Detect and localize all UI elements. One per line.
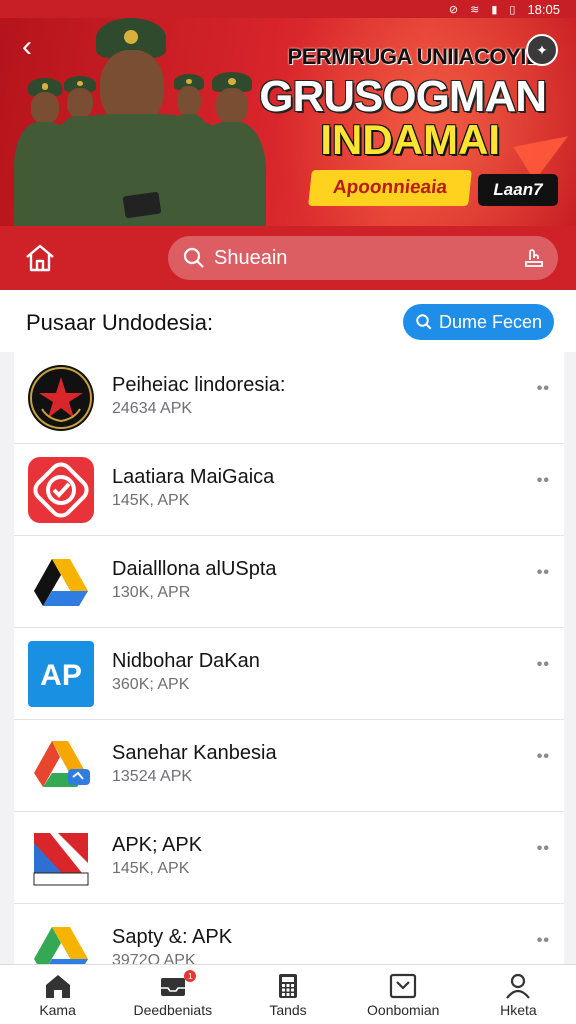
nav-item-inbox[interactable]: 1 Deedbeniats bbox=[115, 965, 230, 1024]
search-placeholder: Shueain bbox=[214, 246, 288, 269]
app-list: Peiheiac lindoresia: 24634 APK •• Laatia… bbox=[14, 352, 564, 966]
more-options-icon[interactable]: •• bbox=[537, 748, 550, 766]
signal-icon: ▮ bbox=[491, 3, 498, 16]
checkmark-shield-icon bbox=[28, 457, 94, 523]
more-options-icon[interactable]: •• bbox=[537, 564, 550, 582]
notification-badge: 1 bbox=[184, 970, 197, 982]
app-meta: 24634 APK bbox=[112, 400, 193, 417]
banner-title-line2: GRUSOGMAN bbox=[259, 72, 547, 121]
app-meta: 360K; APK bbox=[112, 676, 190, 693]
mute-icon: ⊘ bbox=[448, 3, 459, 16]
nav-label: Hketa bbox=[500, 1001, 537, 1018]
search-pill-button[interactable]: Dume Fecen bbox=[403, 304, 554, 340]
list-item[interactable]: AP Nidbohar DaKan 360K; APK •• bbox=[14, 628, 564, 720]
voice-search-icon[interactable] bbox=[522, 246, 546, 270]
search-input[interactable]: Shueain bbox=[168, 236, 558, 280]
nav-label: Oonbomian bbox=[367, 1001, 440, 1018]
drive-triangle-icon bbox=[28, 549, 94, 615]
list-item[interactable]: Sapty &: APK 3972Q APK •• bbox=[14, 904, 564, 966]
flag-card-icon bbox=[28, 825, 94, 891]
search-bar: Shueain bbox=[0, 226, 576, 290]
nav-item-profile[interactable]: Hketa bbox=[461, 965, 576, 1024]
star-emblem-icon bbox=[28, 365, 94, 431]
more-options-icon[interactable]: •• bbox=[537, 380, 550, 398]
nav-item-download[interactable]: Oonbomian bbox=[346, 965, 461, 1024]
home-icon bbox=[45, 974, 70, 998]
drive-triangle-icon bbox=[28, 733, 94, 799]
banner-title-line3: INDAMAI bbox=[320, 116, 500, 163]
ap-letters-icon: AP bbox=[28, 641, 94, 707]
calculator-icon bbox=[279, 973, 297, 998]
home-icon[interactable] bbox=[22, 240, 58, 276]
bottom-nav: Kama 1 Deedbeniats Tands Oonbomian Hketa bbox=[0, 964, 576, 1024]
search-icon bbox=[183, 247, 204, 268]
nav-label: Deedbeniats bbox=[133, 1001, 213, 1018]
search-icon bbox=[416, 314, 432, 330]
download-box-icon bbox=[390, 973, 417, 998]
app-meta: 130K, APR bbox=[112, 584, 191, 601]
list-item[interactable]: Peiheiac lindoresia: 24634 APK •• bbox=[14, 352, 564, 444]
app-name: Sapty &: APK bbox=[112, 926, 233, 948]
app-meta: 145K, APK bbox=[112, 860, 190, 877]
person-icon bbox=[506, 973, 531, 999]
wifi-icon: ≋ bbox=[470, 3, 480, 16]
drive-triangle-icon bbox=[28, 917, 94, 966]
banner-badge: Laan7 bbox=[478, 174, 558, 206]
nav-item-home[interactable]: Kama bbox=[0, 965, 115, 1024]
emblem-avatar-icon: ✦ bbox=[526, 34, 558, 66]
status-bar: ⊘ ≋ ▮ ▯ 18:05 bbox=[0, 0, 576, 18]
list-item[interactable]: Daialllona alUSpta 130K, APR •• bbox=[14, 536, 564, 628]
app-name: Laatiara MaiGaica bbox=[112, 466, 275, 488]
inbox-icon bbox=[160, 977, 185, 996]
status-time: 18:05 bbox=[527, 1, 560, 17]
svg-text:AP: AP bbox=[40, 659, 82, 692]
more-options-icon[interactable]: •• bbox=[537, 840, 550, 858]
back-arrow-icon[interactable]: ‹ bbox=[22, 32, 32, 62]
more-options-icon[interactable]: •• bbox=[537, 472, 550, 490]
nav-item-tands[interactable]: Tands bbox=[230, 965, 345, 1024]
app-name: Sanehar Kanbesia bbox=[112, 742, 277, 764]
list-title: Pusaar Undodesia: bbox=[26, 310, 214, 335]
more-options-icon[interactable]: •• bbox=[537, 932, 550, 950]
app-meta: 145K, APK bbox=[112, 492, 190, 509]
list-item[interactable]: Sanehar Kanbesia 13524 APK •• bbox=[14, 720, 564, 812]
nav-label: Tands bbox=[269, 1001, 307, 1018]
app-name: Peiheiac lindoresia: bbox=[112, 374, 286, 396]
nav-label: Kama bbox=[39, 1001, 76, 1018]
banner-cta-button[interactable]: Apoonnieaia bbox=[308, 170, 472, 206]
battery-icon: ▯ bbox=[509, 3, 516, 16]
app-meta: 13524 APK bbox=[112, 768, 193, 785]
list-item[interactable]: Laatiara MaiGaica 145K, APK •• bbox=[14, 444, 564, 536]
banner-title-line1: PERMRUGA UNIIACOYIE bbox=[287, 44, 541, 69]
list-header: Pusaar Undodesia: Dume Fecen bbox=[0, 290, 576, 352]
app-name: Nidbohar DaKan bbox=[112, 650, 260, 672]
promo-banner[interactable]: ‹ PERMRUGA UNIIACOYIE GRUSOGMAN INDAMAI … bbox=[0, 18, 576, 226]
app-name: APK; APK bbox=[112, 834, 203, 856]
search-pill-label: Dume Fecen bbox=[438, 311, 543, 332]
more-options-icon[interactable]: •• bbox=[537, 656, 550, 674]
list-item[interactable]: APK; APK 145K, APK •• bbox=[14, 812, 564, 904]
app-name: Daialllona alUSpta bbox=[112, 558, 277, 580]
